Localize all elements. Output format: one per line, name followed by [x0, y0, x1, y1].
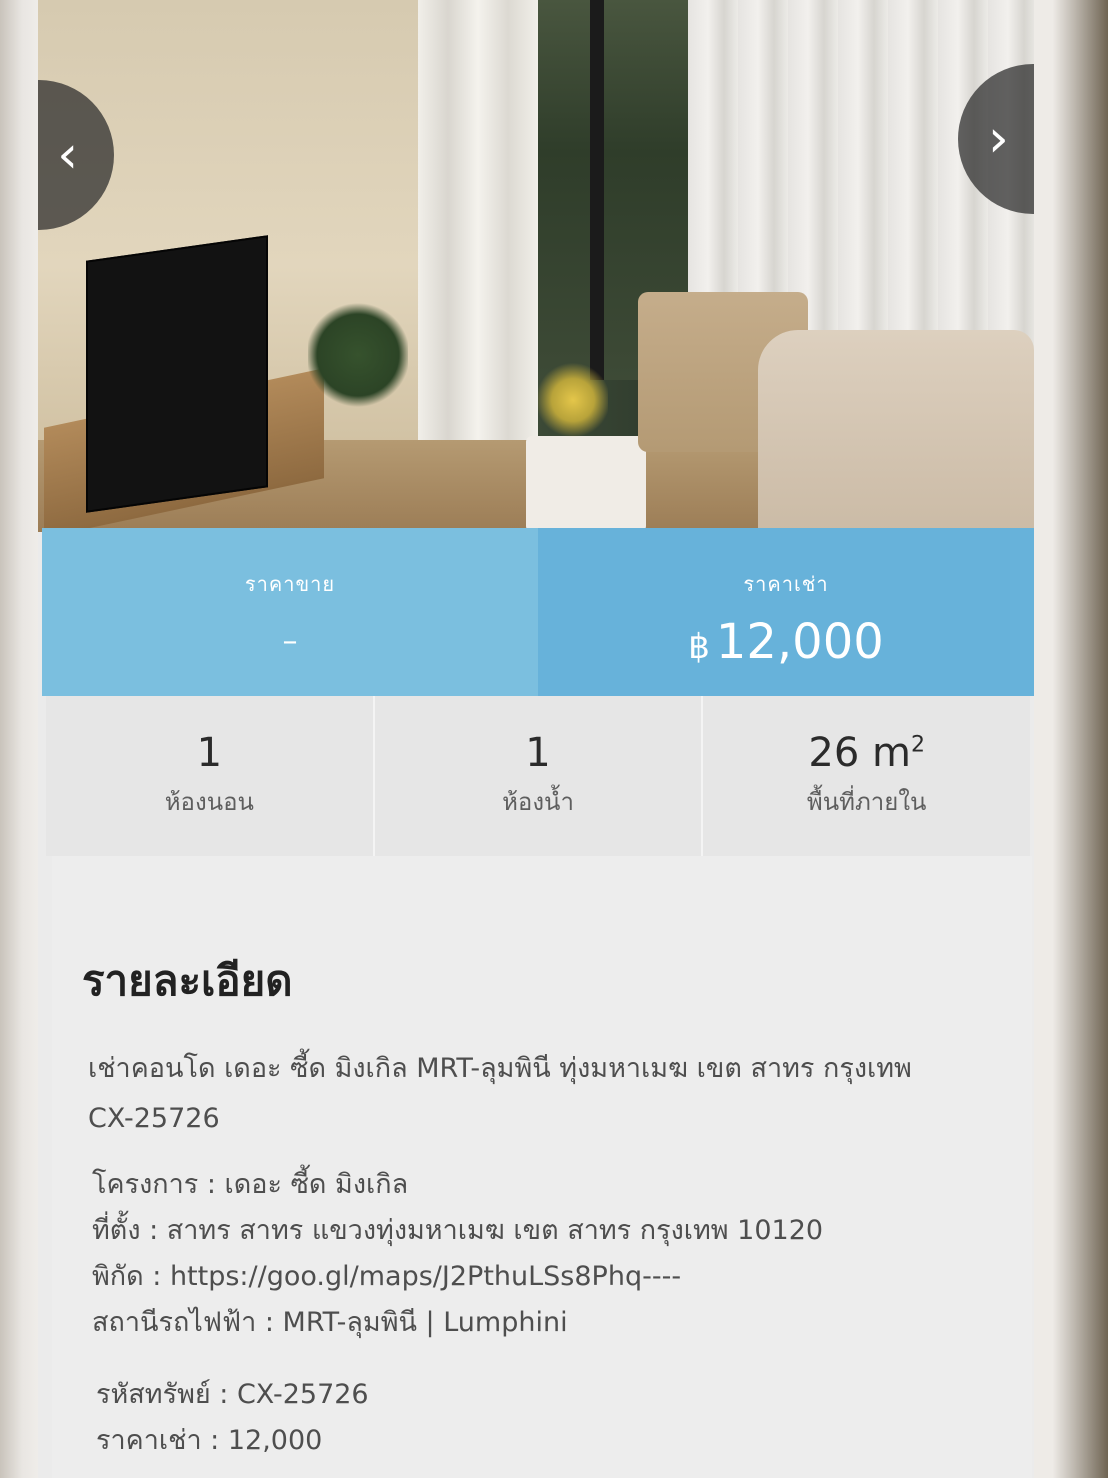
baht-icon: ฿: [688, 627, 710, 667]
location-line: ที่ตั้ง : สาทร สาทร แขวงทุ่งมหาเมฆ เขต ส…: [92, 1215, 824, 1246]
details-section: รายละเอียด เช่าคอนโด เดอะ ซี้ด มิงเกิล M…: [52, 856, 1032, 1478]
details-info: โครงการ : เดอะ ซี้ด มิงเกิล ที่ตั้ง : สา…: [92, 1162, 992, 1346]
sale-price-label: ราคาขาย: [244, 572, 336, 596]
bedrooms-label: ห้องนอน: [164, 788, 254, 816]
project-line: โครงการ : เดอะ ซี้ด มิงเกิล: [92, 1169, 409, 1200]
sale-price-panel: ราคาขาย –: [42, 528, 538, 696]
rent-price-value: ฿ 12,000: [688, 614, 884, 670]
stat-area: 26 m2 พื้นที่ภายใน: [703, 696, 1030, 856]
rent-price-amount: 12,000: [715, 614, 884, 670]
details-description: เช่าคอนโด เดอะ ซี้ด มิงเกิล MRT-ลุมพินี …: [88, 1053, 912, 1134]
stat-bedrooms: 1 ห้องนอน: [46, 696, 375, 856]
area-number: 26 m: [808, 730, 911, 776]
price-band: ราคาขาย – ราคาเช่า ฿ 12,000: [42, 528, 1034, 696]
stats-row: 1 ห้องนอน 1 ห้องน้ำ 26 m2 พื้นที่ภายใน: [46, 696, 1030, 856]
stat-bathrooms: 1 ห้องน้ำ: [375, 696, 704, 856]
coordinates-link[interactable]: พิกัด : https://goo.gl/maps/J2PthuLSs8Ph…: [92, 1254, 992, 1300]
rent-price-label: ราคาเช่า: [743, 572, 829, 596]
screen: ‹ › ราคาขาย – ราคาเช่า ฿ 12,000 1 ห้องนอน…: [38, 0, 1034, 1478]
rent-price-panel: ราคาเช่า ฿ 12,000: [538, 528, 1034, 696]
bathrooms-value: 1: [525, 730, 551, 776]
area-value: 26 m2: [808, 730, 925, 776]
chevron-right-icon: ›: [988, 109, 1009, 169]
details-info-2: รหัสทรัพย์ : CX-25726 ราคาเช่า : 12,000: [96, 1372, 996, 1464]
details-title: รายละเอียด: [82, 956, 293, 1005]
rent-price-line: ราคาเช่า : 12,000: [96, 1425, 323, 1456]
property-code-line: รหัสทรัพย์ : CX-25726: [96, 1379, 369, 1410]
chevron-left-icon: ‹: [57, 125, 78, 185]
area-label: พื้นที่ภายใน: [806, 788, 927, 816]
listing-photo[interactable]: ‹ ›: [38, 0, 1034, 532]
sale-price-value: –: [282, 624, 298, 659]
phone-frame: ‹ › ราคาขาย – ราคาเช่า ฿ 12,000 1 ห้องนอน…: [0, 0, 1108, 1478]
bathrooms-label: ห้องน้ำ: [502, 788, 574, 816]
bedrooms-value: 1: [196, 730, 223, 776]
area-unit-sup: 2: [910, 732, 925, 758]
train-station-line: สถานีรถไฟฟ้า : MRT-ลุมพินี | Lumphini: [92, 1307, 568, 1338]
